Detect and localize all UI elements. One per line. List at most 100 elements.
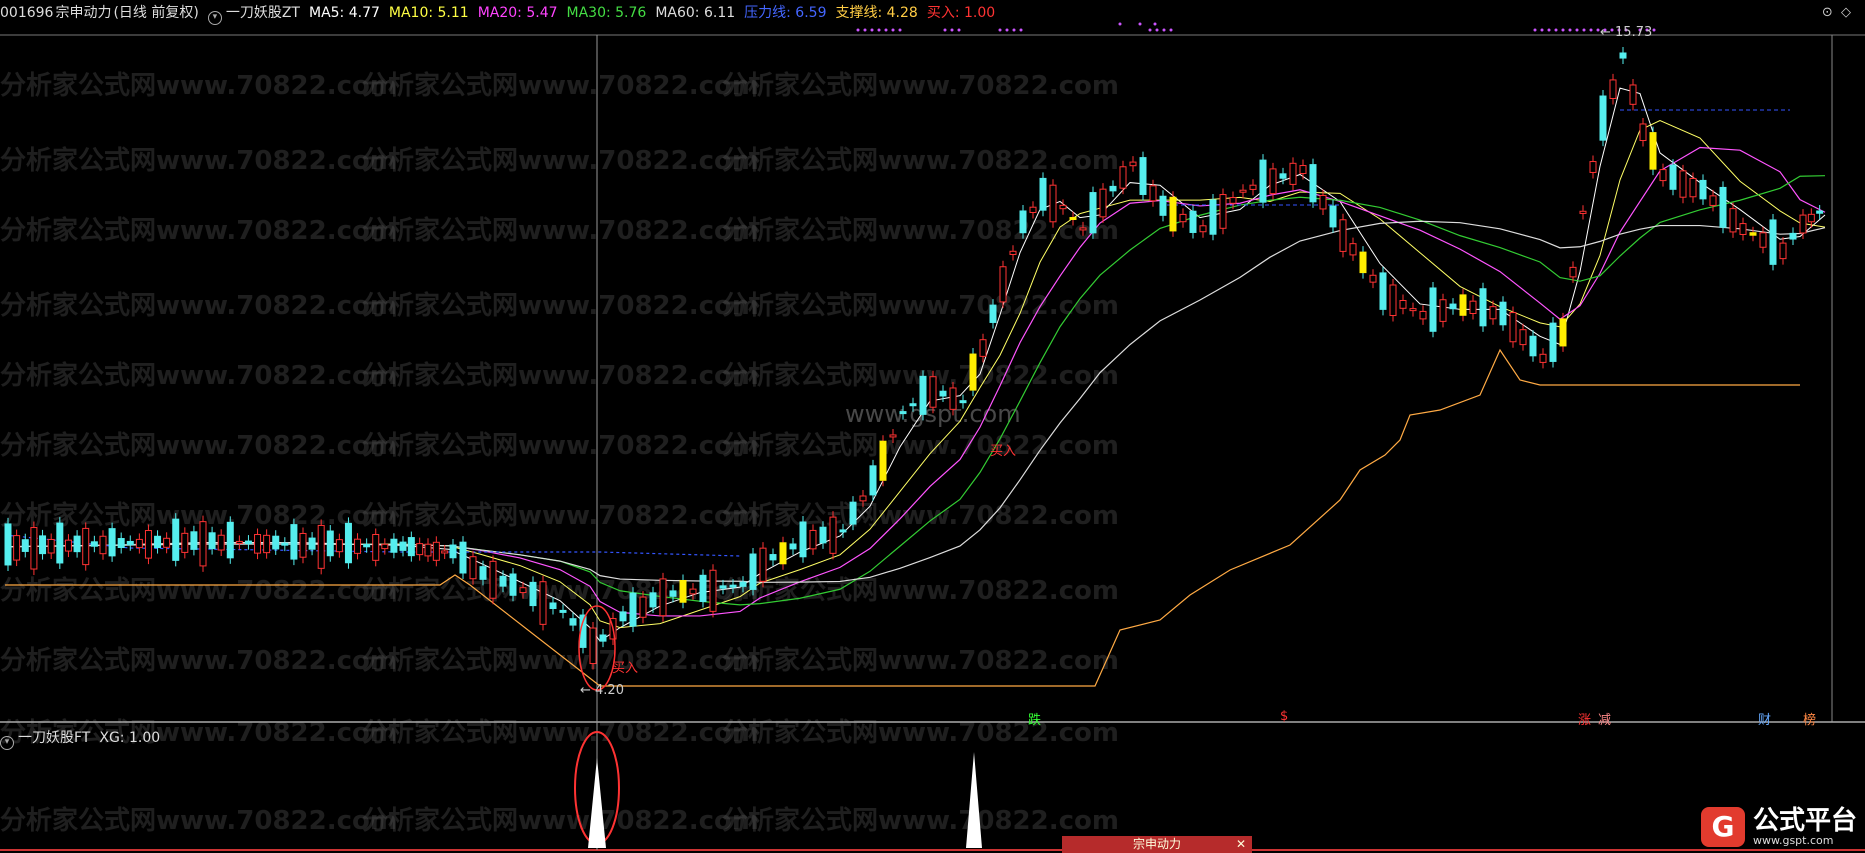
xg-spike-1 <box>588 758 606 848</box>
signal-candle <box>1459 294 1467 316</box>
candle <box>459 541 467 574</box>
candle <box>308 537 316 550</box>
signal-bang[interactable]: 榜 <box>1803 709 1816 728</box>
candle <box>1319 194 1327 210</box>
candle <box>709 569 717 612</box>
sub-indicator-name[interactable]: 一刀妖股FT <box>18 730 90 746</box>
candle <box>1399 299 1407 309</box>
candle <box>869 465 877 496</box>
candle <box>363 543 371 548</box>
signal-dot <box>1540 28 1544 32</box>
candle <box>1059 204 1067 210</box>
candle <box>1299 165 1307 175</box>
chart-mode[interactable]: (日线 前复权) <box>113 5 198 21</box>
candle <box>1439 299 1447 322</box>
indicator-name[interactable]: 一刀妖股ZT <box>226 5 300 21</box>
tab-close-icon[interactable]: ✕ <box>1236 836 1246 853</box>
candle <box>1449 303 1457 310</box>
signal-candle <box>1069 217 1077 221</box>
signal-die[interactable]: 跌 <box>1028 709 1041 728</box>
signal-dot <box>998 28 1002 32</box>
signal-zhang[interactable]: 涨 <box>1578 709 1591 728</box>
stock-name[interactable]: 宗申动力 <box>55 5 111 21</box>
candle <box>117 538 125 549</box>
ma30-value: MA30: 5.76 <box>566 5 647 21</box>
candle <box>1669 164 1677 190</box>
candle <box>432 541 440 561</box>
candle <box>390 538 398 553</box>
ma60-value: MA60: 6.11 <box>655 5 736 21</box>
candle <box>699 574 707 603</box>
candle <box>639 596 647 618</box>
candle <box>769 554 777 561</box>
candle <box>1189 210 1197 233</box>
signal-jian[interactable]: 减 <box>1598 709 1611 728</box>
candle <box>1149 185 1157 202</box>
candle <box>1579 210 1587 214</box>
ma10-value: MA10: 5.11 <box>388 5 469 21</box>
candle <box>1229 197 1237 204</box>
support-line <box>5 348 1800 687</box>
candle <box>949 387 957 410</box>
candle <box>1469 300 1477 314</box>
candle <box>1089 192 1097 234</box>
candle <box>381 543 389 550</box>
candle <box>1079 227 1087 231</box>
stock-tab[interactable]: 宗申动力 ✕ <box>1062 836 1252 853</box>
candle <box>272 535 280 550</box>
candle <box>263 534 271 554</box>
candle <box>1789 232 1797 240</box>
signal-s[interactable]: $ <box>1280 709 1288 724</box>
signal-candle <box>1559 318 1567 347</box>
signal-dot <box>1568 28 1572 32</box>
candle <box>154 535 162 549</box>
candle <box>1689 177 1697 198</box>
signal-dot <box>943 28 947 32</box>
candle <box>1269 168 1277 195</box>
signal-dot <box>1547 28 1551 32</box>
candle <box>719 585 727 589</box>
signal-candle <box>679 579 687 603</box>
signal-dot <box>1582 28 1586 32</box>
signal-dot <box>1589 28 1593 32</box>
signal-dot <box>870 28 874 32</box>
candle <box>126 540 134 546</box>
candle <box>1769 219 1777 265</box>
signal-dot <box>1575 28 1579 32</box>
signal-dot <box>898 28 902 32</box>
candle <box>979 339 987 357</box>
signal-dot <box>1169 28 1173 32</box>
sub-settings-icon[interactable]: ▾ <box>0 736 14 750</box>
settings-icon[interactable]: ▾ <box>207 11 222 25</box>
candle <box>1569 266 1577 278</box>
candle <box>226 521 234 559</box>
candle <box>499 575 507 587</box>
stock-code[interactable]: 001696 <box>0 5 53 21</box>
candle <box>82 527 90 566</box>
signal-dot <box>1005 28 1009 32</box>
candle <box>1259 159 1267 203</box>
candle <box>1419 310 1427 320</box>
logo-url: www.gspt.com <box>1752 834 1834 847</box>
signal-cai[interactable]: 财 <box>1758 709 1771 728</box>
candle <box>959 400 967 404</box>
candle <box>479 566 487 580</box>
candle <box>73 535 81 553</box>
candle <box>47 538 55 554</box>
candle <box>1339 219 1347 252</box>
candle <box>1029 206 1037 213</box>
signal-dot <box>877 28 881 32</box>
signal-dot <box>1012 28 1016 32</box>
candle <box>829 516 837 554</box>
candle <box>424 543 432 557</box>
candle <box>839 529 847 533</box>
candle <box>1429 287 1437 332</box>
low-price-label: ← 4.20 <box>580 683 624 698</box>
candle <box>1509 312 1517 343</box>
candle <box>317 524 325 569</box>
candle <box>809 529 817 550</box>
candle <box>1369 274 1377 283</box>
candle <box>1179 213 1187 223</box>
signal-dot <box>856 28 860 32</box>
candle <box>64 539 72 552</box>
